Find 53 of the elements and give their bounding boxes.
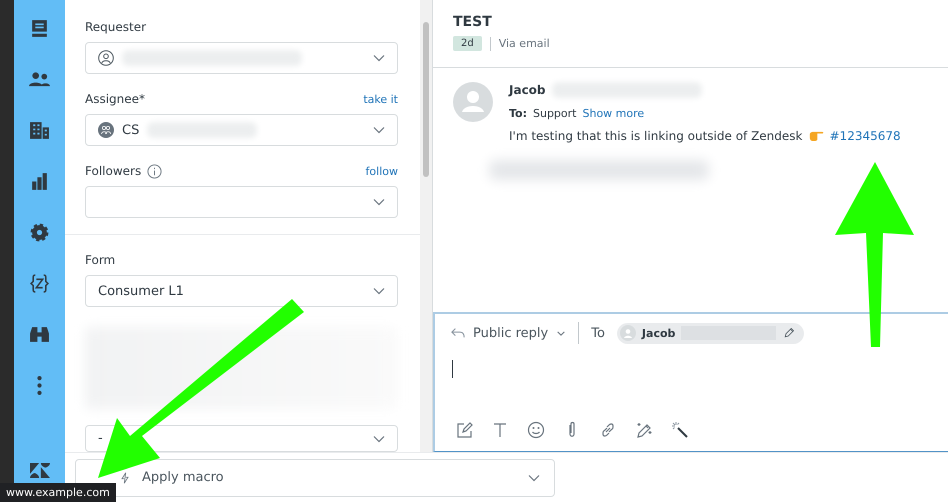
select-value: -	[98, 431, 103, 446]
recipient-text: Support	[533, 107, 576, 120]
binoculars-icon[interactable]	[29, 324, 50, 345]
chevron-down-icon	[373, 198, 385, 206]
to-label: To	[591, 326, 605, 340]
group-avatar-icon	[98, 122, 114, 138]
to-label: To:	[509, 107, 527, 120]
field-label: Followers	[85, 164, 142, 178]
avatar-icon	[453, 82, 493, 122]
field-label: Assignee*	[85, 92, 146, 106]
field-label: Requester	[85, 20, 146, 34]
assignee-select[interactable]: CS	[85, 114, 398, 146]
message-text: I'm testing that this is linking outside of Zendesk	[509, 129, 802, 143]
inbox-icon[interactable]	[29, 18, 50, 39]
bar-chart-icon[interactable]	[29, 171, 50, 192]
chevron-down-icon	[373, 54, 385, 62]
scrollbar-thumb[interactable]	[423, 22, 429, 177]
chevron-down-icon	[373, 287, 385, 295]
scrollbar[interactable]	[420, 0, 432, 452]
field-action-link[interactable]: follow	[366, 164, 398, 178]
settings-icon[interactable]	[29, 222, 50, 243]
ticket-title: TEST	[453, 14, 493, 30]
avatar-icon	[620, 325, 636, 341]
age-badge: 2d	[453, 36, 482, 51]
recipient-chip[interactable]: Jacob	[616, 322, 804, 344]
pointing-hand-icon	[808, 130, 824, 142]
status-url: www.example.com	[0, 483, 116, 502]
info-icon	[147, 164, 162, 178]
logo-icon[interactable]	[30, 463, 50, 478]
text-format-icon[interactable]	[491, 421, 509, 439]
author-name: Jacob	[509, 83, 546, 97]
field-label: Form	[85, 253, 116, 267]
chevron-down-icon	[373, 126, 385, 134]
pencil-icon	[782, 327, 796, 339]
curly-braces-icon[interactable]	[29, 273, 50, 294]
field-action-link[interactable]: take it	[363, 92, 398, 106]
form-select[interactable]: Consumer L1	[85, 275, 398, 307]
reply-type-button[interactable]: Public reply	[451, 326, 566, 340]
emoji-icon[interactable]	[527, 421, 545, 439]
magic-pencil-icon[interactable]	[635, 421, 653, 439]
select-value: CS	[122, 122, 140, 138]
chevron-down-icon	[373, 434, 385, 443]
channel-text: Via email	[498, 37, 550, 50]
compose-icon[interactable]	[455, 421, 473, 439]
user-icon	[98, 50, 114, 66]
chevron-down-icon	[556, 330, 566, 336]
magic-wand-icon[interactable]	[671, 421, 689, 439]
chevron-down-icon	[528, 474, 540, 482]
show-more-link[interactable]: Show more	[582, 107, 644, 120]
building-icon[interactable]	[29, 120, 50, 141]
reply-arrow-icon	[451, 327, 465, 339]
select-value: Consumer L1	[98, 284, 184, 298]
ticket-link[interactable]: #12345678	[830, 129, 901, 143]
